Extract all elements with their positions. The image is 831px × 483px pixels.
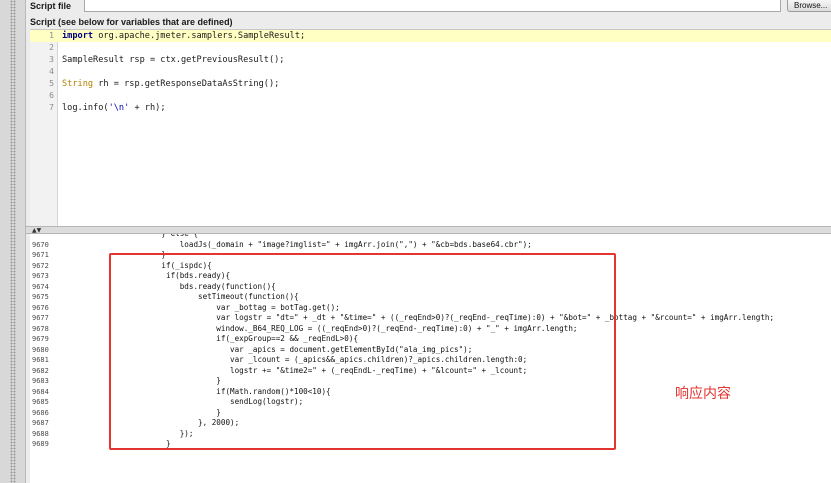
response-code: } [70, 376, 221, 385]
response-code: window._B64_REQ_LOG = ((_reqEnd>0)?(_req… [70, 323, 578, 333]
resize-grip[interactable] [10, 0, 16, 483]
response-line: 9676 var _bottag = botTag.get(); [30, 303, 831, 314]
response-code: if(Math.random()*100<10){ [70, 386, 331, 396]
line-number: 5 [49, 79, 54, 88]
script-line[interactable]: 1 import org.apache.jmeter.samplers.Sampl… [30, 30, 831, 42]
response-line-number: 9679 [32, 335, 49, 343]
response-code: if(_ispdc){ [70, 260, 212, 270]
response-code: if(bds.ready){ [70, 271, 231, 280]
response-code: } [70, 407, 221, 417]
response-code: setTimeout(function(){ [70, 292, 299, 301]
browse-button[interactable]: Browse... [787, 0, 831, 12]
code-token: SampleResult rsp = ctx.getPreviousResult… [62, 55, 285, 65]
response-line-number: 9687 [32, 419, 49, 427]
response-line: 9671 } [30, 250, 831, 261]
line-number: 6 [49, 91, 54, 100]
script-line[interactable]: 7 log.info('\n' + rh); [30, 102, 831, 114]
script-file-row: Script file Browse... [26, 0, 831, 14]
code-token: rh = rsp.getResponseDataAsString(); [93, 79, 280, 89]
response-line-number: 9671 [32, 251, 49, 259]
response-line-number: 9673 [32, 272, 49, 280]
split-pane-divider[interactable]: ▲▼ [26, 226, 831, 234]
response-code: bds.ready(function(){ [70, 281, 276, 291]
left-panel-edge [0, 0, 26, 483]
script-line[interactable]: 6 [30, 90, 831, 102]
script-code: String rh = rsp.getResponseDataAsString(… [62, 78, 279, 90]
response-line-number: 9680 [32, 345, 49, 354]
response-line: 9672 if(_ispdc){ [30, 261, 831, 272]
response-line: 9679 if(_expGroup==2 && _reqEndL>0){ [30, 334, 831, 345]
response-line-number: 9675 [32, 293, 49, 301]
response-line-number: 9676 [32, 303, 49, 312]
response-line-number: 9681 [32, 356, 49, 364]
response-code: var logstr = "dt=" + _dt + "&time=" + ((… [70, 313, 775, 322]
code-token: String [62, 79, 94, 89]
script-code: import org.apache.jmeter.samplers.Sample… [62, 30, 305, 42]
response-line: 9678 window._B64_REQ_LOG = ((_reqEnd>0)?… [30, 324, 831, 335]
annotation-label: 响应内容 [675, 386, 731, 402]
script-line[interactable]: 5 String rh = rsp.getResponseDataAsString… [30, 78, 831, 90]
response-line: 9670 loadJs(_domain + "image?imglist=" +… [30, 240, 831, 251]
line-number: 7 [49, 103, 54, 112]
script-editor[interactable]: 1 import org.apache.jmeter.samplers.Sampl… [30, 29, 831, 227]
response-line: 9687 }, 2000); [30, 418, 831, 429]
line-number: 4 [49, 67, 54, 76]
line-number: 1 [49, 31, 54, 40]
response-code: sendLog(logstr); [70, 397, 304, 406]
response-line-number: 9674 [32, 282, 49, 291]
script-line[interactable]: 3 SampleResult rsp = ctx.getPreviousResul… [30, 54, 831, 66]
code-token: import [62, 31, 94, 41]
response-line-number: 9684 [32, 387, 49, 396]
response-code: if(_expGroup==2 && _reqEndL>0){ [70, 334, 359, 343]
response-line-number: 9688 [32, 429, 49, 438]
response-line: 9688 }); [30, 429, 831, 440]
response-line-number: 9683 [32, 377, 49, 385]
response-line: 9675 setTimeout(function(){ [30, 292, 831, 303]
code-token: org.apache.jmeter.samplers.SampleResult; [93, 31, 306, 41]
script-label: Script (see below for variables that are… [30, 17, 233, 27]
response-code: }, 2000); [70, 418, 240, 427]
response-line-number: 9682 [32, 366, 49, 375]
response-line-number: 9677 [32, 314, 49, 322]
response-line-number: 9672 [32, 261, 49, 270]
response-code: loadJs(_domain + "image?imglist=" + imgA… [70, 239, 532, 249]
script-line[interactable]: 4 [30, 66, 831, 78]
script-file-label: Script file [30, 1, 72, 11]
response-line: 9689 } [30, 439, 831, 450]
response-code: } [70, 250, 167, 259]
script-code: log.info('\n' + rh); [62, 102, 166, 114]
script-code: SampleResult rsp = ctx.getPreviousResult… [62, 54, 284, 66]
line-number: 3 [49, 55, 54, 64]
line-number: 2 [49, 43, 54, 52]
script-line[interactable]: 2 [30, 42, 831, 54]
response-code: } [70, 439, 171, 448]
response-line-number: 9670 [32, 240, 49, 249]
response-code: var _bottag = botTag.get(); [70, 302, 340, 312]
response-line: 9680 var _apics = document.getElementByI… [30, 345, 831, 356]
response-data-panel[interactable]: } else {9670 loadJs(_domain + "image?img… [30, 234, 831, 483]
response-line-number: 9678 [32, 324, 49, 333]
response-code: var _lcount = (_apics&&_apics.children)?… [70, 355, 528, 364]
code-token: + rh); [129, 103, 166, 113]
script-file-input[interactable] [84, 0, 781, 12]
response-line-number: 9685 [32, 398, 49, 406]
response-code: }); [70, 428, 194, 438]
code-token: '\n' [108, 103, 130, 113]
response-line: 9673 if(bds.ready){ [30, 271, 831, 282]
response-line-number: 9689 [32, 440, 49, 448]
response-line: 9674 bds.ready(function(){ [30, 282, 831, 293]
response-line: 9686 } [30, 408, 831, 419]
response-line: 9682 logstr += "&time2=" + (_reqEndL-_re… [30, 366, 831, 377]
response-line: 9677 var logstr = "dt=" + _dt + "&time="… [30, 313, 831, 324]
response-code: logstr += "&time2=" + (_reqEndL-_reqTime… [70, 365, 528, 375]
code-token: log.info( [62, 103, 109, 113]
response-code: var _apics = document.getElementById("al… [70, 344, 473, 354]
response-line: 9681 var _lcount = (_apics&&_apics.child… [30, 355, 831, 366]
response-line-number: 9686 [32, 408, 49, 417]
